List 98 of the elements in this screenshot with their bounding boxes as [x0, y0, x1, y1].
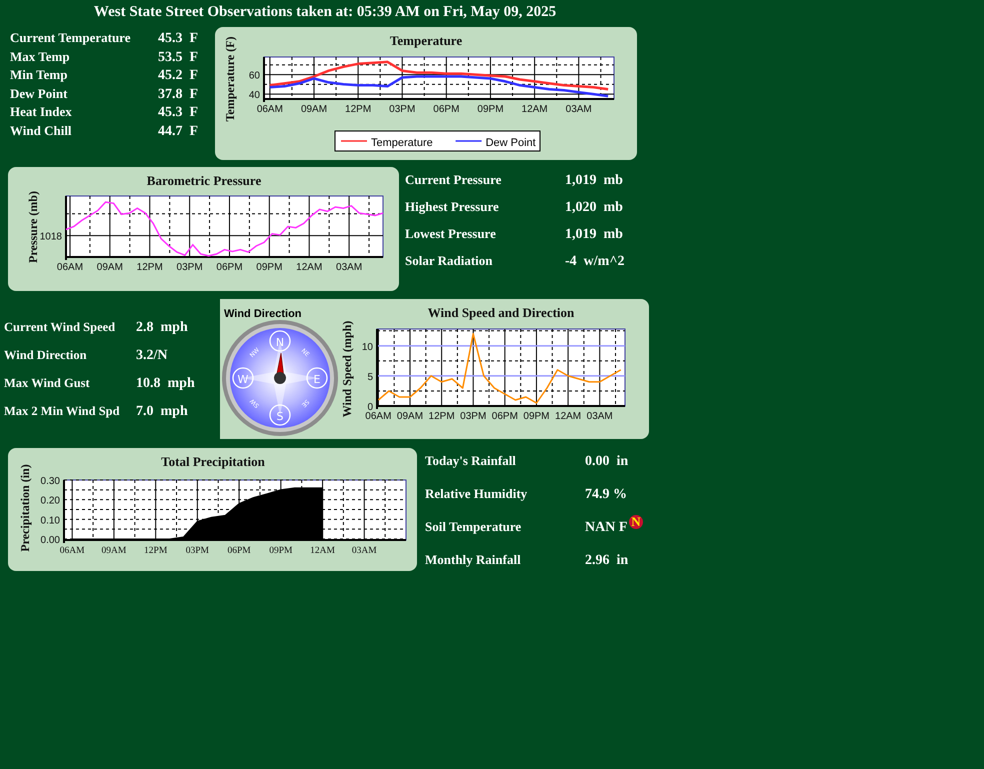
legend-item: Dew Point	[456, 137, 536, 149]
stat-value: 3.2/N	[136, 348, 168, 363]
tick-label: 06AM	[365, 411, 392, 422]
stat-label: Max Wind Gust	[4, 376, 91, 391]
stat-value: 2.96 in	[585, 553, 628, 568]
stat-value: 2.8 mph	[136, 320, 188, 335]
tick-label: 06PM	[433, 104, 460, 115]
compass-point: E	[306, 367, 328, 389]
axis-label: Temperature (F)	[223, 36, 237, 122]
tick-label: 0.20	[40, 496, 60, 507]
chart-title: Barometric Pressure	[146, 173, 262, 188]
tick-label: 12AM	[296, 262, 322, 273]
tick-label: 12AM	[522, 104, 548, 115]
tick-label: 03PM	[186, 546, 209, 556]
tick-label: 60	[248, 70, 260, 82]
tick-label: 06PM	[492, 411, 518, 422]
compass-point: N	[269, 330, 291, 352]
tick-label: 12PM	[428, 411, 455, 422]
stat-value: 44.7 F	[158, 124, 198, 138]
stat-value: 37.8 F	[158, 86, 198, 102]
stat-label: Today's Rainfall	[425, 453, 517, 469]
tick-label: 03AM	[352, 546, 377, 556]
stat-value: 1,019 mb	[565, 173, 623, 188]
stat-label: Max Temp	[10, 48, 71, 64]
tick-label: 06AM	[256, 104, 283, 115]
stat-value: -4 w/m^2	[565, 254, 624, 269]
page-title: West State Street Observations taken at: 05:39 AM on Fri, May 09, 2025	[92, 4, 558, 22]
tick-label: 12PM	[144, 546, 168, 556]
tick-label: 06AM	[60, 546, 85, 556]
tick-label: 12PM	[136, 262, 163, 273]
chart-title: Total Precipitation	[161, 454, 265, 469]
stat-label: Monthly Rainfall	[425, 552, 522, 568]
stat-value: NAN F	[585, 520, 628, 535]
stat-label: Current Pressure	[405, 172, 502, 188]
axis-label: Precipitation (in)	[18, 464, 32, 552]
tick-label: 1018	[40, 232, 62, 243]
tick-label: 03PM	[460, 411, 486, 422]
tick-label: 0.30	[40, 476, 60, 487]
tick-label: 40	[248, 90, 260, 102]
tick-label: 0.00	[40, 535, 60, 546]
tick-label: 09PM	[477, 104, 504, 115]
new-badge: N	[629, 515, 643, 529]
stat-label: Relative Humidity	[425, 486, 528, 502]
legend-label: Dew Point	[486, 137, 536, 149]
stat-value: 53.5 F	[158, 50, 198, 64]
stat-label: Current Wind Speed	[4, 320, 116, 335]
tick-label: 06PM	[227, 546, 251, 556]
stat-value: 45.2 F	[158, 68, 198, 83]
compass-point: S	[269, 404, 291, 426]
tick-label: 5	[367, 372, 373, 383]
stat-label: Current Temperature	[10, 30, 132, 46]
tick-label: 12AM	[310, 546, 335, 556]
tick-label: 09PM	[523, 411, 550, 422]
stat-label: Min Temp	[10, 67, 68, 83]
stat-label: Solar Radiation	[405, 253, 494, 269]
tick-label: 12PM	[345, 104, 372, 115]
tick-label: 03AM	[586, 411, 613, 422]
tick-label: 0	[367, 402, 373, 413]
legend-item: Temperature	[341, 137, 433, 149]
stat-label: Wind Direction	[4, 348, 88, 363]
chart-title: Wind Speed and Direction	[428, 305, 574, 320]
tick-label: 09PM	[256, 262, 282, 273]
stat-label: Heat Index	[10, 104, 73, 120]
tick-label: 09AM	[96, 262, 123, 273]
compass-needle	[274, 352, 286, 384]
stat-value: 45.3 F	[158, 105, 198, 120]
gauge-title: Wind Direction	[224, 308, 302, 320]
tick-label: 03PM	[389, 104, 416, 115]
tick-label: 09AM	[396, 411, 424, 422]
stat-label: Lowest Pressure	[405, 226, 497, 242]
tick-label: 09AM	[300, 104, 328, 115]
tick-label: 06PM	[216, 262, 243, 273]
stat-label: Dew Point	[10, 86, 68, 102]
tick-label: 03PM	[176, 262, 203, 273]
tick-label: 06AM	[56, 262, 84, 273]
stat-value: 1,019 mb	[565, 227, 623, 242]
compass-point: W	[232, 367, 254, 389]
stat-label: Max 2 Min Wind Spd	[4, 404, 121, 419]
stat-value: 0.00 in	[585, 454, 628, 469]
axis-label: Wind Speed (mph)	[340, 320, 354, 418]
stat-label: Highest Pressure	[405, 199, 500, 215]
tick-label: 03AM	[566, 104, 592, 115]
tick-label: 03AM	[336, 262, 362, 273]
stat-value: 45.3 F	[158, 31, 198, 46]
stat-value: 74.9 %	[585, 487, 627, 502]
stat-value: 1,020 mb	[565, 200, 623, 215]
chart-title: Temperature	[390, 33, 462, 48]
legend-label: Temperature	[371, 137, 433, 149]
tick-label: 0.10	[40, 515, 60, 526]
stat-label: Wind Chill	[10, 122, 73, 138]
stat-value: 7.0 mph	[136, 404, 188, 419]
stat-label: Soil Temperature	[425, 519, 522, 535]
tick-label: 09PM	[269, 546, 292, 556]
tick-label: 09AM	[102, 546, 126, 556]
axis-label: Pressure (mb)	[26, 191, 40, 263]
tick-label: 12AM	[555, 411, 582, 422]
tick-label: 10	[362, 342, 373, 353]
stat-value: 10.8 mph	[136, 376, 195, 391]
